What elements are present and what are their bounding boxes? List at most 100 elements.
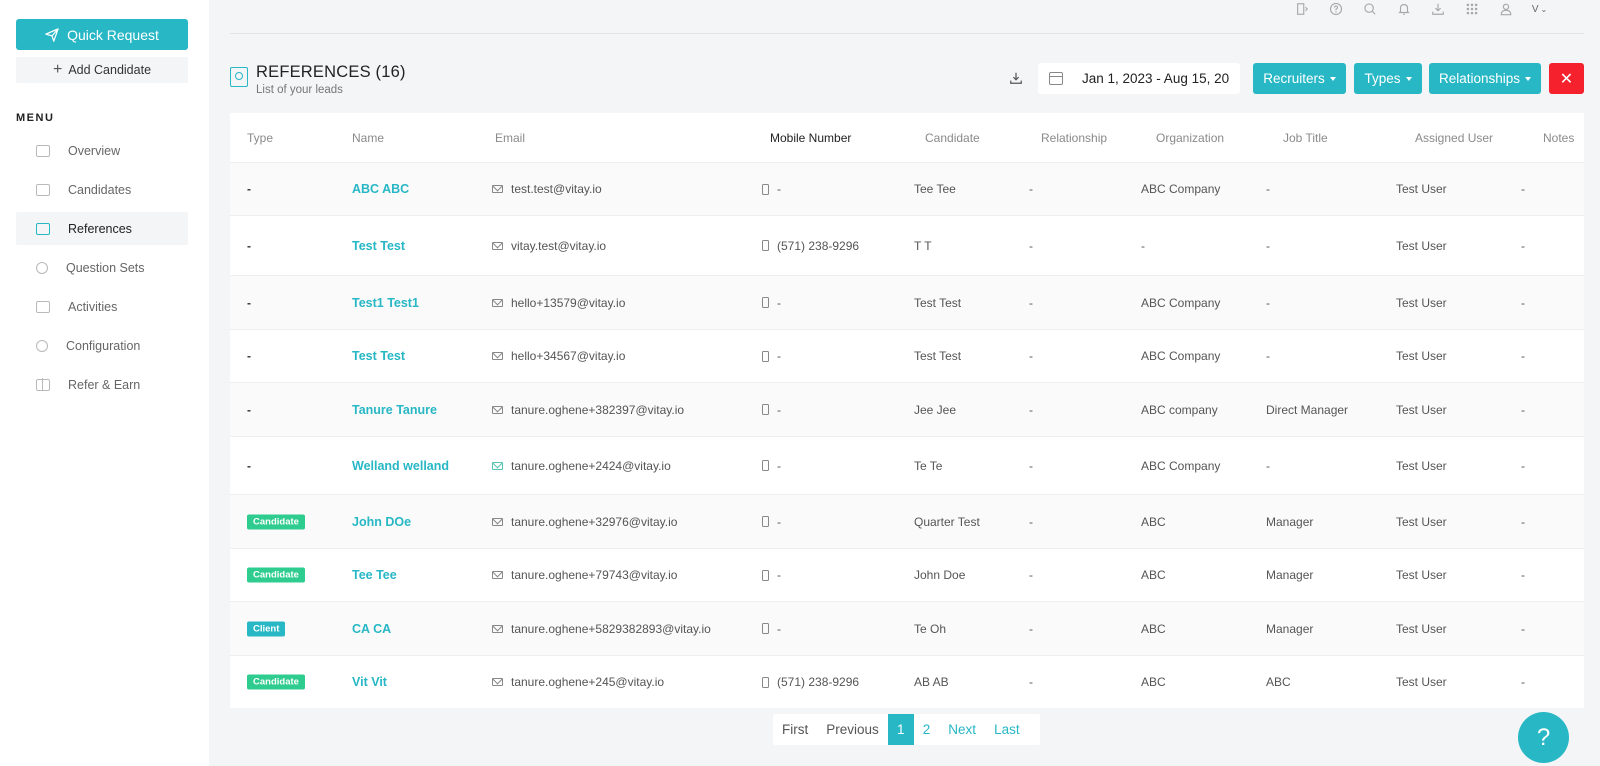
bell-icon[interactable]: [1393, 0, 1414, 18]
job-title-text: Direct Manager: [1266, 402, 1349, 417]
type-badge: -: [247, 295, 251, 310]
table-row[interactable]: Client CA CA tanure.oghene+5829382893@vita…: [230, 601, 1584, 655]
cell-assigned-user: Test User: [1396, 515, 1447, 529]
sidebar-item-question-sets[interactable]: Question Sets: [16, 251, 188, 284]
reference-name-link[interactable]: Tee Tee: [352, 568, 397, 582]
reference-name-link[interactable]: CA CA: [352, 622, 391, 636]
sidebar-item-candidates[interactable]: Candidates: [16, 173, 188, 206]
type-badge: Candidate: [247, 674, 305, 690]
table-row[interactable]: Candidate Vit Vit tanure.oghene+245@vitay.…: [230, 655, 1584, 708]
export-download-icon[interactable]: [1005, 67, 1027, 89]
cell-name[interactable]: Tanure Tanure: [352, 403, 437, 417]
recruiters-dropdown[interactable]: Recruiters: [1253, 63, 1346, 94]
contact-book-icon: [36, 222, 50, 235]
cell-name[interactable]: CA CA: [352, 622, 391, 636]
relationships-dropdown[interactable]: Relationships: [1429, 63, 1541, 94]
pagination-previous[interactable]: Previous: [817, 714, 888, 745]
email-text: tanure.oghene+32976@vitay.io: [511, 514, 678, 529]
cell-job-title: Manager: [1266, 568, 1313, 582]
cell-name[interactable]: Tee Tee: [352, 568, 397, 582]
cell-notes: -: [1521, 182, 1525, 196]
cell-name[interactable]: John DOe: [352, 515, 411, 529]
cell-type: -: [247, 239, 251, 253]
user-menu-toggle[interactable]: V ⌄: [1529, 0, 1550, 18]
sidebar-item-configuration[interactable]: Configuration: [16, 329, 188, 362]
recruiters-label: Recruiters: [1263, 71, 1325, 86]
reference-name-link[interactable]: Tanure Tanure: [352, 403, 437, 417]
reference-name-link[interactable]: John DOe: [352, 515, 411, 529]
add-candidate-button[interactable]: + Add Candidate: [16, 57, 188, 83]
menu-title: MENU: [16, 112, 55, 124]
sidebar-item-activities[interactable]: Activities: [16, 290, 188, 323]
sidebar-item-refer-earn[interactable]: Refer & Earn: [16, 368, 188, 401]
table-row[interactable]: - Welland welland tanure.oghene+2424@vitay…: [230, 436, 1584, 494]
sidebar-item-label: Refer & Earn: [68, 377, 141, 392]
clear-filters-button[interactable]: ✕: [1549, 63, 1584, 94]
reference-name-link[interactable]: Test1 Test1: [352, 296, 419, 310]
pagination-last[interactable]: Last: [985, 714, 1029, 745]
cell-name[interactable]: Welland welland: [352, 459, 449, 473]
types-dropdown[interactable]: Types: [1354, 63, 1422, 94]
cell-type: Candidate: [247, 674, 305, 690]
column-header-relationship[interactable]: Relationship: [1041, 131, 1107, 145]
column-header-assigned-user[interactable]: Assigned User: [1415, 131, 1493, 145]
column-header-email[interactable]: Email: [495, 131, 525, 145]
sidebar-item-references[interactable]: References: [16, 212, 188, 245]
reference-name-link[interactable]: ABC ABC: [352, 182, 409, 196]
top-icons: V ⌄: [1291, 0, 1550, 18]
apps-grid-icon[interactable]: [1461, 0, 1482, 18]
logout-icon[interactable]: [1291, 0, 1312, 18]
column-header-name[interactable]: Name: [352, 131, 384, 145]
table-row[interactable]: - Test Test vitay.test@vitay.io (571) 238-9…: [230, 215, 1584, 275]
cell-type: Candidate: [247, 567, 305, 583]
sidebar-item-overview[interactable]: Overview: [16, 134, 188, 167]
cell-candidate: Te Oh: [914, 622, 946, 636]
pagination-first[interactable]: First: [773, 714, 817, 745]
email-text: hello+34567@vitay.io: [511, 349, 626, 363]
column-header-organization[interactable]: Organization: [1156, 131, 1224, 145]
cell-name[interactable]: Test Test: [352, 349, 405, 363]
cell-name[interactable]: ABC ABC: [352, 182, 409, 196]
download-icon[interactable]: [1427, 0, 1448, 18]
cell-name[interactable]: Vit Vit: [352, 675, 387, 689]
reference-name-link[interactable]: Vit Vit: [352, 675, 387, 689]
job-title-text: Manager: [1266, 514, 1314, 529]
table-row[interactable]: - Tanure Tanure tanure.oghene+382397@vitay…: [230, 382, 1584, 436]
pagination-page-1[interactable]: 1: [887, 714, 914, 745]
table-row[interactable]: - ABC ABC test.test@vitay.io - Tee Tee - ABC C…: [230, 162, 1584, 215]
cell-organization: ABC: [1141, 622, 1166, 636]
table-row[interactable]: Candidate John DOe tanure.oghene+32976@vit…: [230, 494, 1584, 548]
column-header-type[interactable]: Type: [247, 131, 273, 145]
cell-mobile: -: [762, 403, 781, 417]
help-chat-button[interactable]: ?: [1518, 712, 1569, 763]
date-range-picker[interactable]: Jan 1, 2023 - Aug 15, 20: [1038, 63, 1240, 94]
cell-job-title: -: [1266, 296, 1270, 310]
table-row[interactable]: Candidate Tee Tee tanure.oghene+79743@vita…: [230, 548, 1584, 601]
cell-name[interactable]: Test1 Test1: [352, 296, 419, 310]
chart-icon: [36, 144, 50, 157]
search-icon[interactable]: [1359, 0, 1380, 18]
type-badge: Client: [247, 621, 286, 636]
cell-assigned-user: Test User: [1396, 296, 1447, 310]
reference-name-link[interactable]: Welland welland: [352, 459, 449, 473]
user-icon[interactable]: [1495, 0, 1516, 18]
table-row[interactable]: - Test1 Test1 hello+13579@vitay.io - Test Te…: [230, 275, 1584, 329]
column-header-job-title[interactable]: Job Title: [1283, 131, 1328, 145]
cell-candidate: Quarter Test: [914, 515, 980, 529]
column-header-candidate[interactable]: Candidate: [925, 131, 980, 145]
notes-text: -: [1521, 295, 1525, 310]
pagination-next[interactable]: Next: [939, 714, 985, 745]
cell-relationship: -: [1029, 568, 1033, 582]
pagination-page-2[interactable]: 2: [914, 714, 940, 745]
table-row[interactable]: - Test Test hello+34567@vitay.io - Test Test…: [230, 329, 1584, 382]
sidebar-menu: Overview Candidates References Question …: [16, 134, 188, 407]
reference-name-link[interactable]: Test Test: [352, 239, 405, 253]
column-header-mobile[interactable]: Mobile Number: [770, 131, 851, 145]
column-header-notes[interactable]: Notes: [1543, 131, 1574, 145]
help-circle-icon[interactable]: [1325, 0, 1346, 18]
notes-text: -: [1521, 675, 1525, 689]
reference-name-link[interactable]: Test Test: [352, 349, 405, 363]
cell-name[interactable]: Test Test: [352, 239, 405, 253]
quick-request-button[interactable]: Quick Request: [16, 19, 188, 50]
cell-organization: -: [1141, 239, 1145, 253]
